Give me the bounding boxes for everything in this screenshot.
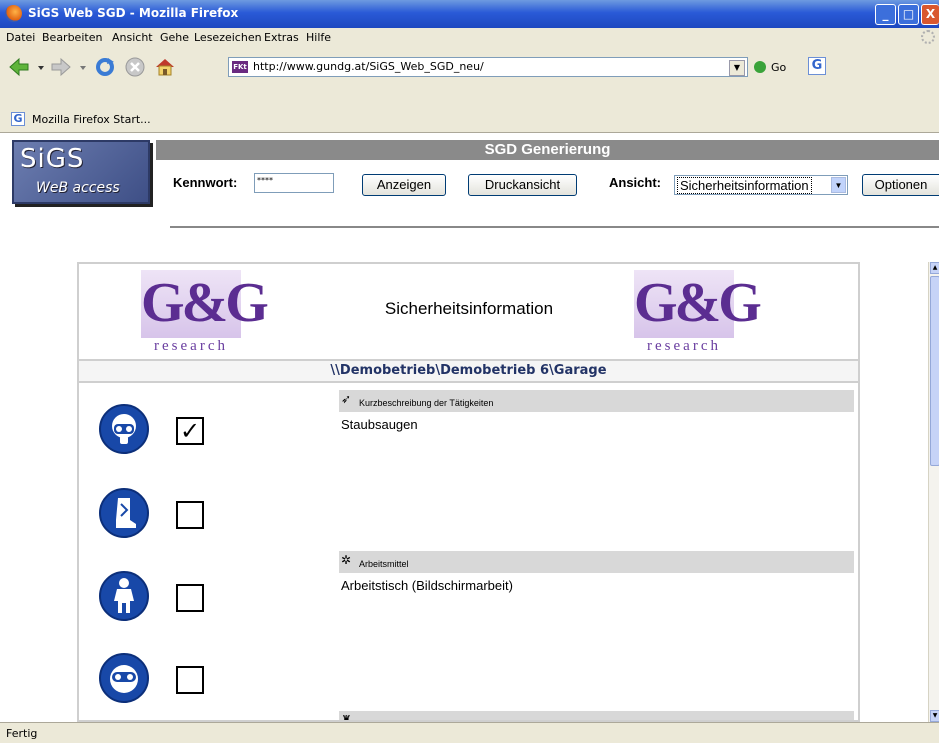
- page-header: SGD Generierung: [156, 140, 939, 160]
- sigs-logo: SiGS WeB access: [12, 140, 150, 204]
- scroll-down-icon[interactable]: ▼: [930, 710, 939, 722]
- scroll-thumb[interactable]: [930, 276, 939, 466]
- vertical-scrollbar[interactable]: ▲ ▼: [928, 262, 939, 722]
- protective-clothing-icon: [99, 571, 149, 621]
- navigation-toolbar: FKt http://www.gundg.at/SiGS_Web_SGD_neu…: [0, 48, 939, 87]
- menu-hilfe[interactable]: Hilfe: [306, 31, 331, 44]
- home-icon[interactable]: [154, 56, 176, 78]
- url-text[interactable]: http://www.gundg.at/SiGS_Web_SGD_neu/: [253, 60, 484, 73]
- back-arrow-icon[interactable]: [8, 56, 30, 78]
- gear-icon: ✲: [341, 553, 352, 567]
- minimize-button[interactable]: _: [875, 4, 896, 25]
- options-button[interactable]: Optionen: [862, 174, 939, 196]
- gg-logo-subtitle: research: [154, 338, 228, 354]
- show-button[interactable]: Anzeigen: [362, 174, 446, 196]
- view-select[interactable]: Sicherheitsinformation ▼: [674, 175, 848, 195]
- protective-boots-checkbox[interactable]: [176, 501, 204, 529]
- throbber-icon: [921, 30, 935, 44]
- gg-research-logo-right: G&G research: [634, 270, 762, 360]
- menu-ansicht[interactable]: Ansicht: [112, 31, 153, 44]
- password-input[interactable]: ****: [254, 173, 334, 193]
- gg-logo-mark: G&G: [634, 270, 762, 338]
- url-dropdown-icon[interactable]: ▼: [729, 60, 745, 76]
- gg-logo-mark: G&G: [141, 270, 269, 338]
- protective-boots-icon: [99, 488, 149, 538]
- toolbar-spacer: [0, 86, 939, 108]
- forward-arrow-icon[interactable]: [50, 56, 72, 78]
- url-bar[interactable]: FKt http://www.gundg.at/SiGS_Web_SGD_neu…: [228, 57, 748, 77]
- status-bar: Fertig: [0, 722, 939, 743]
- divider: [170, 226, 939, 228]
- protective-clothing-checkbox[interactable]: [176, 584, 204, 612]
- breadcrumb: \\Demobetrieb\Demobetrieb 6\Garage: [79, 359, 858, 383]
- logo-subtitle: WeB access: [36, 180, 120, 196]
- safety-goggles-icon: [99, 653, 149, 703]
- window-title-bar: SiGS Web SGD - Mozilla Firefox _ □ X: [0, 0, 939, 28]
- view-select-value: Sicherheitsinformation: [677, 177, 812, 194]
- bookmark-google-icon: G: [11, 112, 25, 126]
- firefox-icon: [5, 5, 22, 22]
- respirator-checkbox[interactable]: ✓: [176, 417, 204, 445]
- menu-bar: Datei Bearbeiten Ansicht Gehe Lesezeiche…: [0, 28, 939, 49]
- close-button[interactable]: X: [921, 4, 939, 25]
- go-button[interactable]: Go: [771, 61, 786, 74]
- menu-datei[interactable]: Datei: [6, 31, 35, 44]
- section-title: Kurzbeschreibung der Tätigkeiten: [359, 398, 494, 408]
- password-label: Kennwort:: [173, 175, 238, 190]
- window-title: SiGS Web SGD - Mozilla Firefox: [28, 6, 239, 20]
- section-header-next: ♜: [339, 711, 854, 722]
- section-header-activities: ➶ Kurzbeschreibung der Tätigkeiten: [339, 390, 854, 412]
- chevron-down-icon[interactable]: ▼: [831, 177, 846, 193]
- respirator-icon: [99, 404, 149, 454]
- status-text: Fertig: [6, 727, 38, 740]
- gg-research-logo-left: G&G research: [141, 270, 269, 360]
- view-label: Ansicht:: [609, 175, 661, 190]
- panel-title: Sicherheitsinformation: [384, 299, 554, 318]
- google-search-icon[interactable]: G: [808, 57, 826, 75]
- forward-dropdown-icon[interactable]: [78, 56, 88, 78]
- bookmarks-toolbar: G Mozilla Firefox Start...: [0, 108, 939, 133]
- site-favicon: FKt: [232, 61, 248, 73]
- section-header-equipment: ✲ Arbeitsmittel: [339, 551, 854, 573]
- section-text-equipment: Arbeitstisch (Bildschirmarbeit): [341, 578, 513, 593]
- activity-icon: ➶: [341, 392, 352, 406]
- menu-lesezeichen[interactable]: Lesezeichen: [194, 31, 262, 44]
- safety-goggles-checkbox[interactable]: [176, 666, 204, 694]
- section-icon: ♜: [341, 713, 352, 722]
- back-dropdown-icon[interactable]: [36, 56, 46, 78]
- menu-bearbeiten[interactable]: Bearbeiten: [42, 31, 102, 44]
- menu-gehe[interactable]: Gehe: [160, 31, 189, 44]
- maximize-button[interactable]: □: [898, 4, 919, 25]
- section-title: Arbeitsmittel: [359, 559, 409, 569]
- gg-logo-subtitle: research: [647, 338, 721, 354]
- logo-title: SiGS: [20, 144, 85, 174]
- go-icon[interactable]: [754, 61, 766, 73]
- safety-info-panel: G&G research Sicherheitsinformation G&G …: [77, 262, 860, 722]
- section-text-activities: Staubsaugen: [341, 417, 418, 432]
- bookmark-firefox-start[interactable]: Mozilla Firefox Start...: [32, 113, 151, 126]
- scroll-up-icon[interactable]: ▲: [930, 262, 939, 274]
- menu-extras[interactable]: Extras: [264, 31, 299, 44]
- stop-icon[interactable]: [124, 56, 146, 78]
- print-view-button[interactable]: Druckansicht: [468, 174, 577, 196]
- reload-icon[interactable]: [94, 56, 116, 78]
